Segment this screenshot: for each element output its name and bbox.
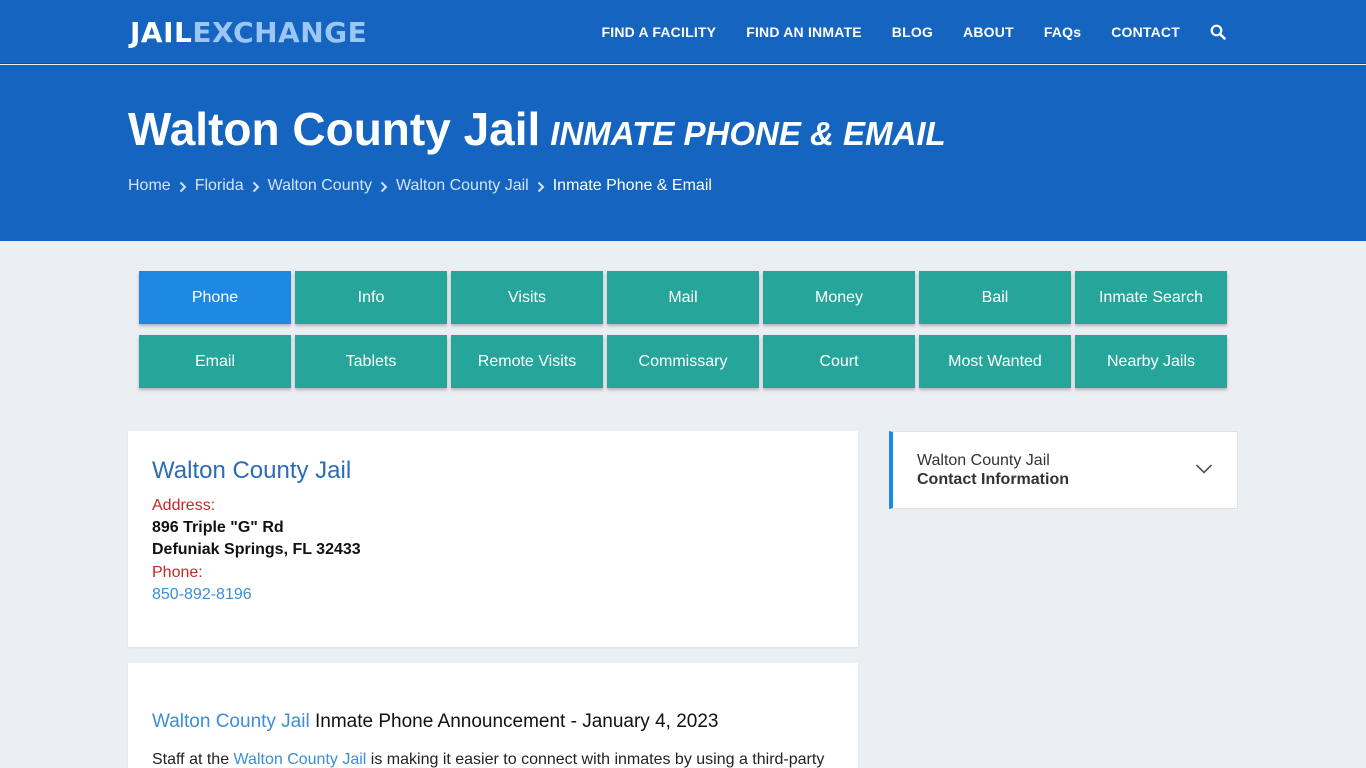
nav-find-facility[interactable]: FIND A FACILITY bbox=[601, 24, 716, 40]
announcement-title-text: Inmate Phone Announcement - January 4, 2… bbox=[309, 711, 719, 732]
breadcrumb-current: Inmate Phone & Email bbox=[552, 177, 712, 194]
site-logo[interactable]: JAILEXCHANGE bbox=[130, 15, 367, 51]
tab-phone[interactable]: Phone bbox=[139, 271, 291, 324]
breadcrumb-home[interactable]: Home bbox=[128, 177, 171, 195]
nav-contact[interactable]: CONTACT bbox=[1111, 24, 1180, 40]
chevron-right-icon bbox=[380, 180, 388, 193]
tab-inmate-search[interactable]: Inmate Search bbox=[1075, 271, 1227, 324]
chevron-right-icon bbox=[252, 180, 260, 193]
address-line-2: Defuniak Springs, FL 32433 bbox=[152, 541, 361, 558]
tab-remote-visits[interactable]: Remote Visits bbox=[451, 335, 603, 388]
tab-email[interactable]: Email bbox=[139, 335, 291, 388]
nav-faqs[interactable]: FAQs bbox=[1044, 24, 1081, 40]
page-title: Walton County Jail INMATE PHONE & EMAIL bbox=[128, 101, 946, 162]
tab-tablets[interactable]: Tablets bbox=[295, 335, 447, 388]
address-label: Address: bbox=[152, 497, 216, 514]
page-hero: Walton County Jail INMATE PHONE & EMAIL H… bbox=[0, 65, 1366, 241]
nav-blog[interactable]: BLOG bbox=[892, 24, 933, 40]
search-icon[interactable] bbox=[1210, 24, 1226, 40]
facility-tabs: Phone Info Visits Mail Money Bail Inmate… bbox=[139, 271, 1229, 388]
tab-most-wanted[interactable]: Most Wanted bbox=[919, 335, 1071, 388]
paragraph-rest: is making it easier to connect with inma… bbox=[366, 751, 825, 768]
phone-link[interactable]: 850-892-8196 bbox=[152, 586, 252, 604]
top-navbar: JAILEXCHANGE FIND A FACILITY FIND AN INM… bbox=[0, 0, 1366, 64]
main-nav: FIND A FACILITY FIND AN INMATE BLOG ABOU… bbox=[571, 0, 1226, 64]
phone-label: Phone: bbox=[152, 564, 203, 581]
tab-bail[interactable]: Bail bbox=[919, 271, 1071, 324]
tab-court[interactable]: Court bbox=[763, 335, 915, 388]
tab-mail[interactable]: Mail bbox=[607, 271, 759, 324]
accordion-facility-name: Walton County Jail bbox=[917, 452, 1050, 469]
nav-find-inmate[interactable]: FIND AN INMATE bbox=[746, 24, 862, 40]
paragraph-start: Staff at the bbox=[152, 751, 234, 768]
breadcrumb: Home Florida Walton County Walton County… bbox=[128, 177, 712, 195]
page-title-sub: INMATE PHONE & EMAIL bbox=[550, 115, 946, 152]
breadcrumb-florida[interactable]: Florida bbox=[195, 177, 244, 195]
facility-name[interactable]: Walton County Jail bbox=[152, 457, 351, 485]
logo-part-exchange: EXCHANGE bbox=[192, 16, 368, 49]
announcement-facility-link[interactable]: Walton County Jail bbox=[152, 711, 310, 732]
facility-card: Walton County Jail Address: 896 Triple "… bbox=[128, 431, 858, 647]
logo-part-jail: JAIL bbox=[130, 16, 193, 49]
breadcrumb-walton-county-jail[interactable]: Walton County Jail bbox=[396, 177, 529, 195]
tab-visits[interactable]: Visits bbox=[451, 271, 603, 324]
chevron-down-icon[interactable] bbox=[1195, 462, 1213, 474]
announcement-paragraph: Staff at the Walton County Jail is makin… bbox=[152, 751, 824, 768]
contact-info-accordion[interactable]: Walton County Jail Contact Information bbox=[889, 431, 1238, 509]
chevron-right-icon bbox=[537, 180, 545, 193]
accordion-heading: Contact Information bbox=[917, 471, 1069, 488]
announcement-card: Walton County Jail Inmate Phone Announce… bbox=[128, 663, 858, 768]
tab-commissary[interactable]: Commissary bbox=[607, 335, 759, 388]
page-title-main: Walton County Jail bbox=[128, 103, 541, 155]
nav-about[interactable]: ABOUT bbox=[963, 24, 1014, 40]
address-line-1: 896 Triple "G" Rd bbox=[152, 519, 284, 536]
tab-money[interactable]: Money bbox=[763, 271, 915, 324]
paragraph-facility-link[interactable]: Walton County Jail bbox=[234, 751, 367, 768]
tab-info[interactable]: Info bbox=[295, 271, 447, 324]
chevron-right-icon bbox=[179, 180, 187, 193]
breadcrumb-walton-county[interactable]: Walton County bbox=[268, 177, 372, 195]
tab-nearby-jails[interactable]: Nearby Jails bbox=[1075, 335, 1227, 388]
announcement-title: Walton County Jail Inmate Phone Announce… bbox=[152, 711, 718, 733]
